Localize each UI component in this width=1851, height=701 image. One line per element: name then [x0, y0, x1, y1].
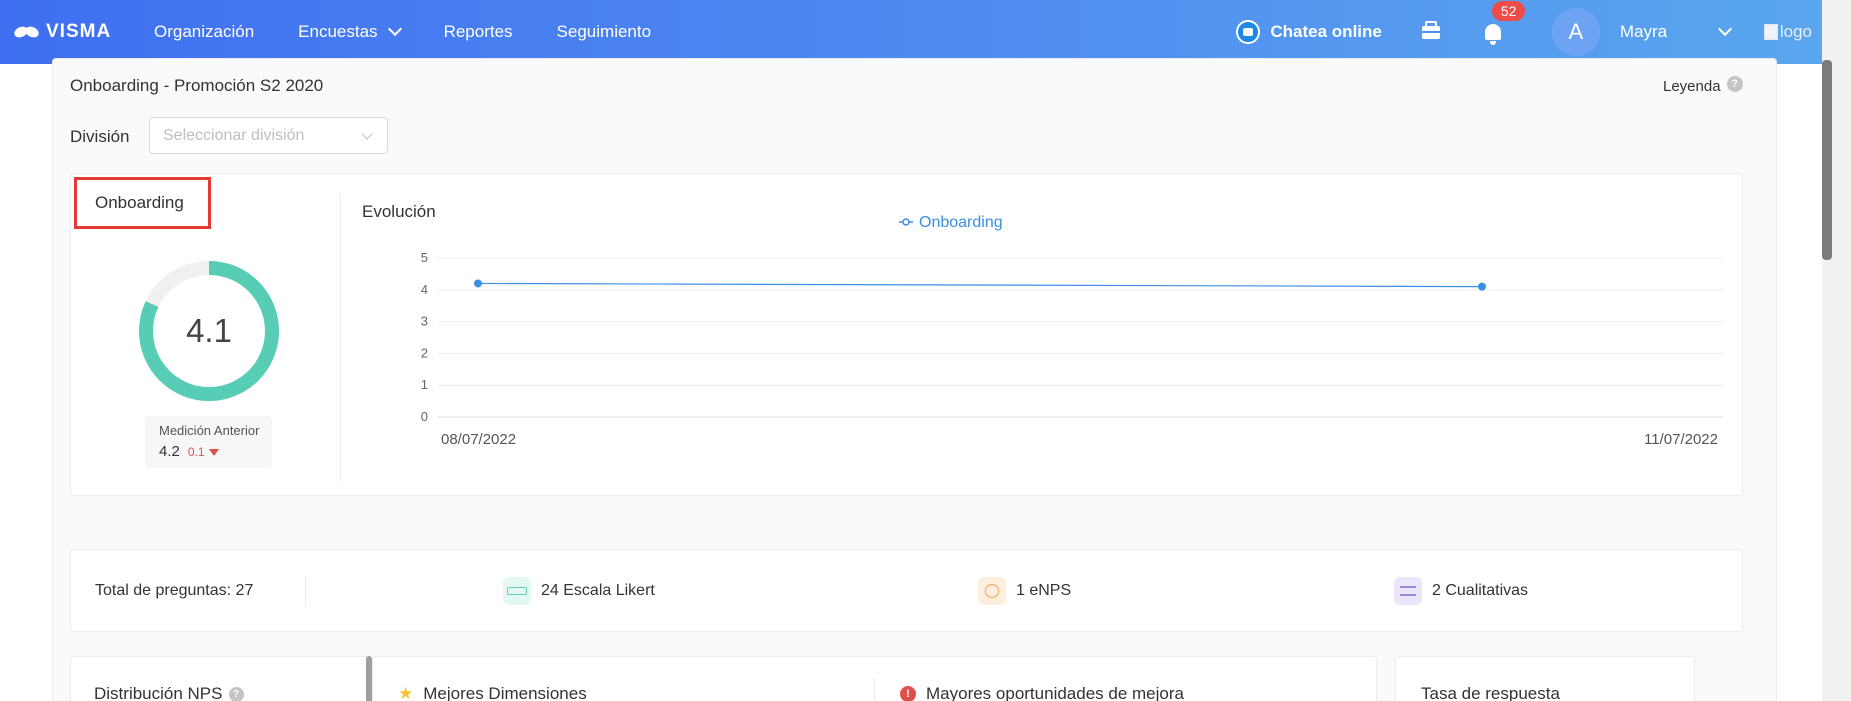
page-title: Onboarding - Promoción S2 2020	[70, 76, 324, 95]
y-tick-label: 4	[421, 282, 428, 297]
divider	[305, 575, 306, 606]
likert-count: 24 Escala Likert	[503, 577, 655, 605]
legend-marker	[902, 218, 910, 226]
nav-item-reportes[interactable]: Reportes	[422, 0, 535, 64]
visma-logo-icon	[14, 24, 40, 40]
chevron-down-icon	[361, 128, 373, 140]
nps-distribution-title: Distribución NPS ?	[94, 684, 244, 701]
help-icon[interactable]: ?	[228, 686, 244, 701]
data-point	[1478, 282, 1486, 291]
star-icon: ★	[398, 684, 414, 701]
page-scrollbar-thumb[interactable]	[1822, 60, 1832, 260]
visma-logo[interactable]: VISMA	[14, 21, 132, 43]
summary-card: Onboarding 4.1 Medición Anterior 4.2 0.1…	[70, 173, 1743, 496]
avatar: A	[1551, 8, 1600, 56]
nav-item-organizacion[interactable]: Organización	[132, 0, 276, 64]
smiley-icon	[978, 577, 1006, 605]
bell-icon	[1484, 24, 1501, 45]
response-rate-title: Tasa de respuesta	[1421, 684, 1560, 701]
y-tick-label: 5	[421, 250, 428, 265]
briefcase-icon	[1421, 20, 1440, 39]
y-tick-label: 3	[421, 314, 428, 329]
improvement-text: Mayores oportunidades de mejora	[926, 684, 1184, 701]
nav-right-group: Chatea online 52 A Mayra logo	[1218, 0, 1822, 64]
nav-item-label: Organización	[154, 22, 255, 41]
qualitative-label: 2 Cualitativas	[1432, 582, 1529, 599]
chat-icon	[1236, 20, 1261, 44]
total-questions: Total de preguntas: 27	[95, 581, 254, 599]
user-name: Mayra	[1619, 22, 1668, 41]
report-page: Onboarding - Promoción S2 2020 Leyenda ?…	[0, 58, 1822, 701]
notification-badge: 52	[1491, 1, 1526, 21]
broken-image-icon	[1763, 24, 1778, 40]
division-label: División	[70, 127, 130, 146]
chat-online-button[interactable]: Chatea online	[1218, 20, 1399, 44]
logo-text: VISMA	[46, 21, 112, 42]
summary-title: Onboarding	[74, 177, 211, 229]
chat-label: Chatea online	[1270, 22, 1382, 41]
notifications-button[interactable]: 52	[1462, 0, 1526, 64]
best-dimensions-title: ★ Mejores Dimensiones	[398, 684, 587, 701]
improvement-title: ! Mayores oportunidades de mejora	[900, 684, 1184, 701]
nav-item-encuestas[interactable]: Encuestas	[276, 0, 421, 64]
alert-icon: !	[900, 686, 916, 701]
enps-label: 1 eNPS	[1016, 582, 1072, 599]
evolution-chart: 0 1 2 3 4 5 08/07/2022 11/07/2022 Onboarding	[421, 214, 1723, 448]
y-tick-label: 1	[421, 377, 428, 392]
x-tick-label: 08/07/2022	[441, 431, 516, 448]
nav-item-label: Encuestas	[298, 22, 378, 41]
x-tick-label: 11/07/2022	[1644, 431, 1718, 448]
nps-title-text: Distribución NPS	[94, 684, 223, 701]
score-value: 4.1	[186, 312, 232, 349]
division-select[interactable]: Seleccionar división	[149, 117, 388, 154]
previous-label: Medición Anterior	[159, 423, 260, 438]
section-divider	[340, 194, 341, 481]
qualitative-count: 2 Cualitativas	[1394, 577, 1528, 605]
nav-item-label: Seguimiento	[556, 22, 652, 41]
previous-measurement: Medición Anterior 4.2 0.1	[145, 416, 272, 468]
help-icon[interactable]: ?	[1726, 75, 1743, 92]
response-rate-text: Tasa de respuesta	[1421, 684, 1560, 701]
likert-icon	[503, 577, 531, 605]
top-navbar: VISMA Organización Encuestas Reportes Se…	[0, 0, 1822, 64]
summary-title-text: Onboarding	[95, 193, 184, 212]
briefcase-button[interactable]	[1400, 0, 1462, 64]
enps-count: 1 eNPS	[978, 577, 1071, 605]
nav-item-seguimiento[interactable]: Seguimiento	[535, 0, 674, 64]
data-point	[474, 279, 482, 288]
likert-label: 24 Escala Likert	[541, 582, 655, 599]
text-lines-icon	[1394, 577, 1422, 605]
y-tick-label: 0	[421, 409, 428, 424]
series-line	[477, 282, 1483, 288]
legend-label: Onboarding	[919, 214, 1003, 231]
user-menu[interactable]: A Mayra	[1551, 8, 1764, 56]
arrow-down-icon	[208, 449, 219, 456]
legend-label: Leyenda	[1663, 78, 1721, 95]
nav-item-label: Reportes	[443, 22, 513, 41]
division-placeholder: Seleccionar división	[163, 126, 305, 144]
divider	[874, 678, 875, 701]
previous-value: 4.2	[159, 443, 180, 460]
best-dimensions-text: Mejores Dimensiones	[423, 684, 587, 701]
chevron-down-icon	[1717, 21, 1732, 37]
legend-link[interactable]: Leyenda ?	[1663, 75, 1743, 95]
previous-delta: 0.1	[187, 445, 205, 459]
previous-row: 4.2 0.1	[159, 443, 272, 460]
y-tick-label: 2	[421, 345, 428, 360]
company-logo: logo	[1763, 22, 1812, 42]
chevron-down-icon	[387, 21, 402, 37]
company-logo-alt: logo	[1779, 22, 1812, 41]
